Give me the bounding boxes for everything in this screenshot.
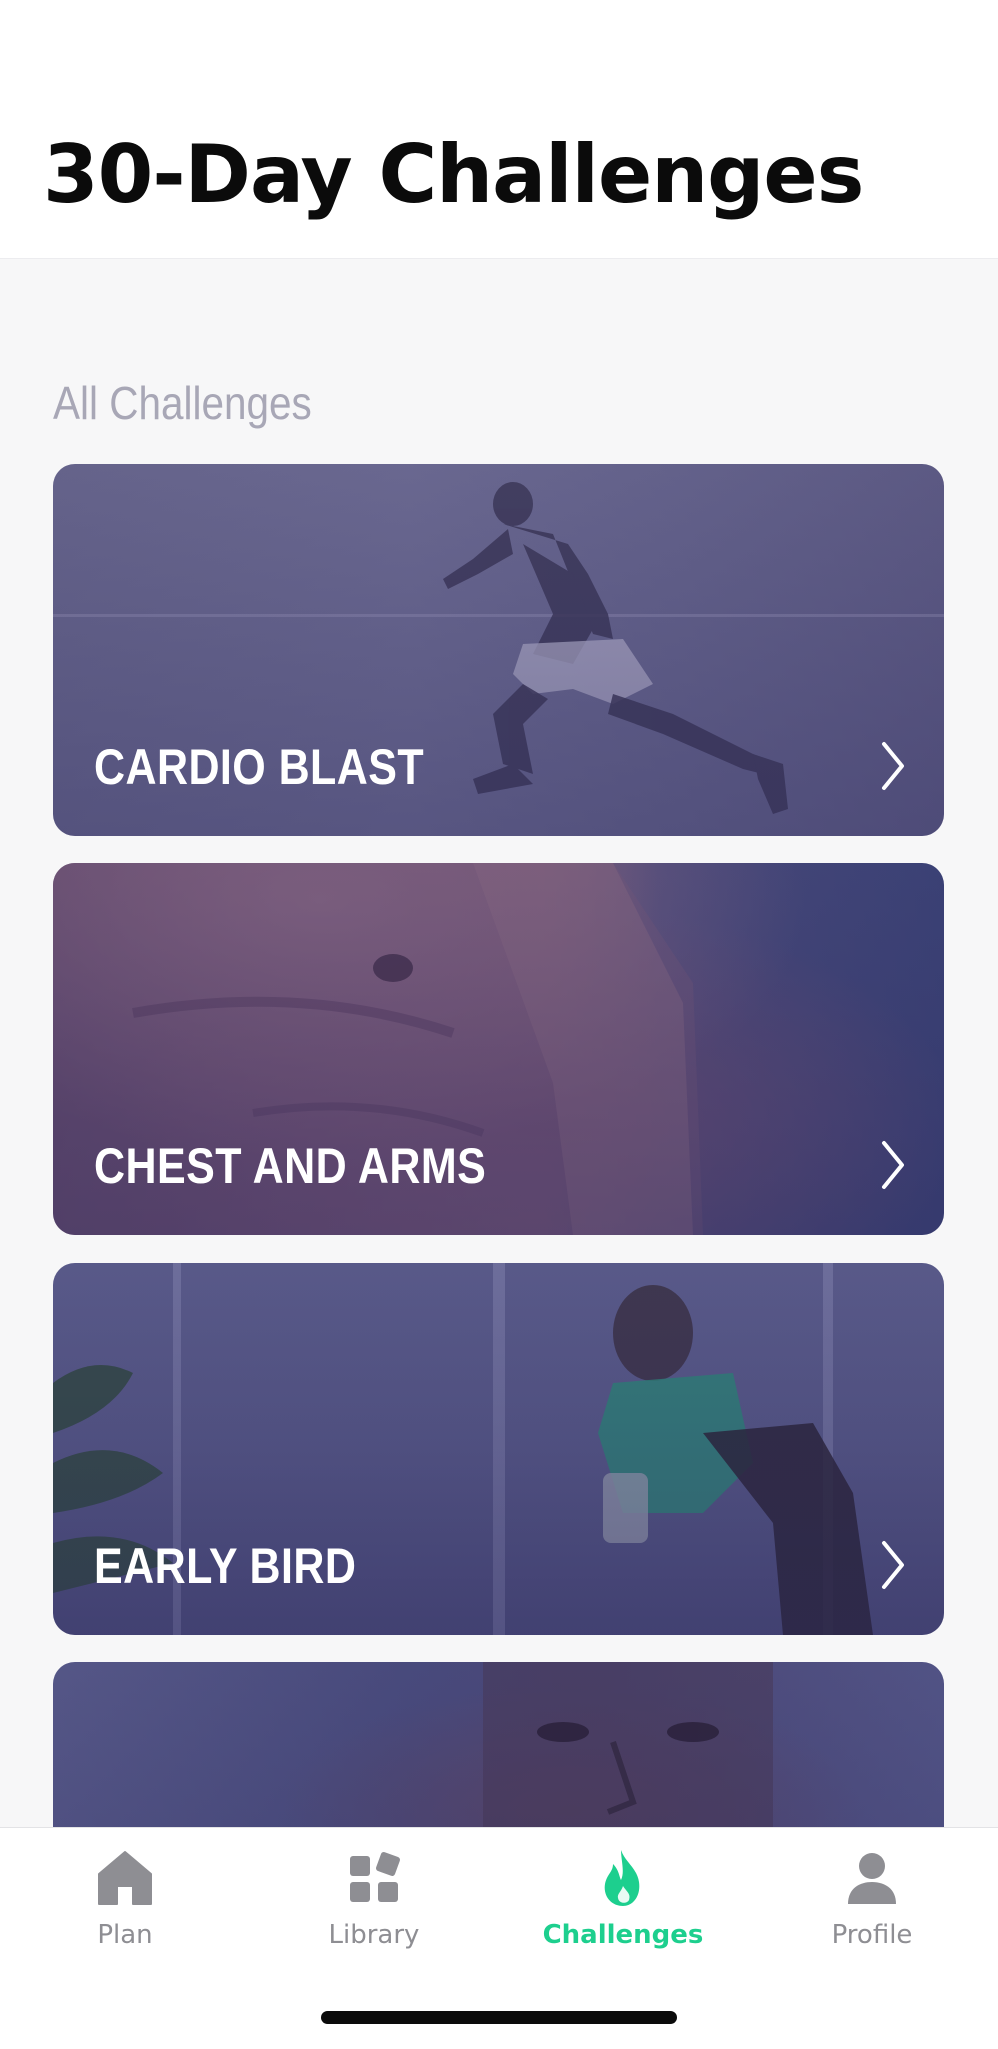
library-icon — [350, 1852, 400, 1902]
tab-label: Profile — [831, 1920, 913, 1950]
chevron-right-icon — [882, 742, 904, 790]
flame-icon — [604, 1850, 640, 1906]
tab-label: Challenges — [542, 1920, 704, 1950]
tab-plan[interactable]: Plan — [25, 1846, 225, 1966]
tab-profile[interactable]: Profile — [772, 1846, 972, 1966]
chevron-right-icon — [882, 1541, 904, 1589]
header: 30-Day Challenges — [0, 0, 998, 259]
tab-label: Library — [328, 1920, 420, 1950]
home-indicator[interactable] — [321, 2011, 677, 2024]
challenge-card-chest-and-arms[interactable]: CHEST AND ARMS — [53, 863, 944, 1235]
challenge-card-cardio-blast[interactable]: CARDIO BLAST — [53, 464, 944, 836]
page-title: 30-Day Challenges — [43, 128, 864, 221]
person-icon — [848, 1853, 896, 1904]
card-title: CARDIO BLAST — [94, 739, 425, 795]
tab-label: Plan — [97, 1920, 153, 1950]
card-title: CHEST AND ARMS — [94, 1138, 487, 1194]
tab-library[interactable]: Library — [274, 1846, 474, 1966]
section-title: All Challenges — [53, 377, 312, 429]
tab-challenges[interactable]: Challenges — [523, 1846, 723, 1966]
card-title: EARLY BIRD — [94, 1538, 357, 1594]
chevron-right-icon — [882, 1141, 904, 1189]
home-icon — [98, 1851, 152, 1905]
challenge-card-early-bird[interactable]: EARLY BIRD — [53, 1263, 944, 1635]
